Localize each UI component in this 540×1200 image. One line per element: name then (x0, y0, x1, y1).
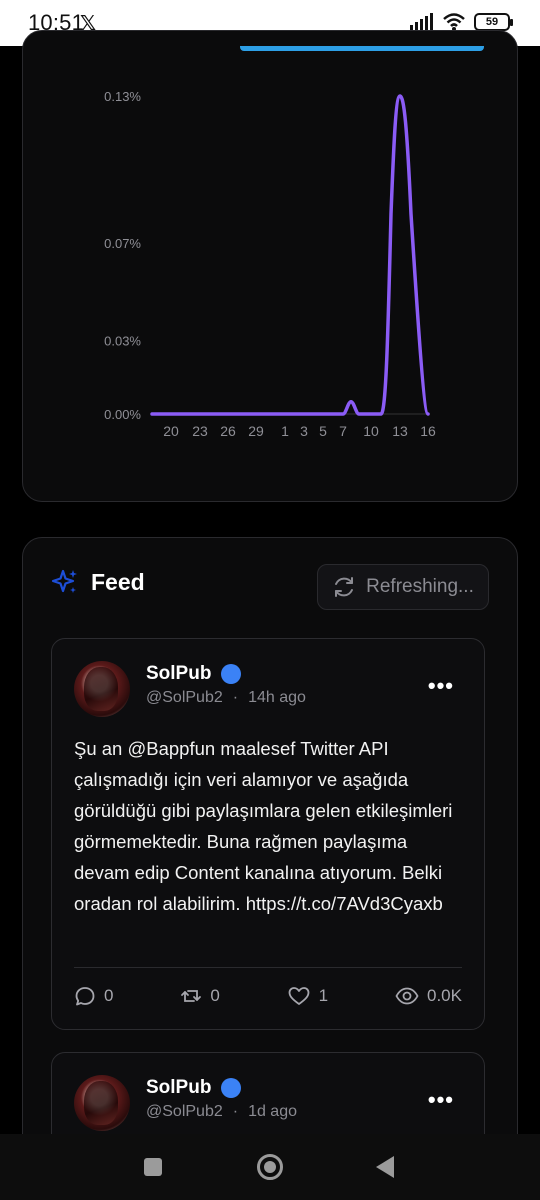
reply-count: 0 (104, 986, 114, 1005)
retweet-stat[interactable]: 0 (180, 985, 220, 1007)
x-tick-label: 26 (220, 423, 236, 439)
post-text: Şu an @Bappfun maalesef Twitter API çalı… (74, 738, 453, 914)
refresh-label: Refreshing... (366, 576, 474, 597)
y-tick-label: 0.07% (104, 236, 141, 251)
y-axis: 0.13% 0.07% 0.03% 0.00% (104, 89, 141, 422)
y-tick-label: 0.03% (104, 334, 141, 349)
x-tick-label: 20 (163, 423, 179, 439)
x-tick-label: 7 (339, 423, 347, 439)
x-tick-label: 29 (248, 423, 264, 439)
battery-level: 59 (485, 16, 499, 28)
author-handle: @SolPub2 (146, 689, 223, 706)
like-stat[interactable]: 1 (287, 985, 328, 1007)
feed-title: Feed (91, 568, 145, 595)
post-author[interactable]: SolPub (146, 663, 242, 685)
y-tick-label: 0.00% (104, 407, 141, 422)
x-tick-label: 5 (319, 423, 327, 439)
home-button[interactable] (257, 1154, 283, 1180)
retweet-icon (181, 990, 202, 1002)
feed-post[interactable]: SolPub @SolPub2 · 14h ago ••• Şu an @Bappf… (51, 638, 485, 1030)
refresh-button[interactable]: Refreshing... (317, 564, 489, 610)
series-line (150, 94, 430, 416)
recent-apps-button[interactable] (144, 1158, 162, 1176)
post-time: 1d ago (248, 1103, 297, 1120)
navigation-bar (0, 1134, 540, 1200)
post-stats: 0 0 1 0.0K (74, 985, 462, 1007)
back-button[interactable] (376, 1156, 394, 1178)
x-axis: 20 23 26 29 1 3 5 7 10 13 16 (152, 413, 436, 439)
post-time: 14h ago (248, 689, 306, 706)
x-tick-label: 13 (392, 423, 408, 439)
wifi-icon (443, 13, 465, 31)
feed-header: Feed (51, 568, 145, 596)
author-name: SolPub (146, 1077, 212, 1098)
x-tick-label: 16 (420, 423, 436, 439)
avatar[interactable] (74, 661, 130, 717)
refresh-icon (335, 577, 354, 597)
x-tick-label: 10 (363, 423, 379, 439)
x-tick-label: 3 (300, 423, 308, 439)
more-options-icon[interactable]: ••• (428, 673, 454, 699)
sparkle-icon (51, 569, 77, 593)
author-name: SolPub (146, 663, 212, 684)
reply-icon (75, 987, 95, 1006)
retweet-count: 0 (210, 986, 220, 1005)
divider (74, 967, 462, 968)
status-icons: 59 (410, 12, 513, 32)
author-handle: @SolPub2 (146, 1103, 223, 1120)
views-stat: 0.0K (395, 985, 462, 1007)
signal-icon (410, 13, 433, 31)
heart-icon (288, 987, 310, 1005)
verified-badge-icon (221, 664, 242, 684)
post-meta: @SolPub2 · 1d ago (146, 1103, 297, 1120)
more-options-icon[interactable]: ••• (428, 1087, 454, 1113)
engagement-chart: 0.13%0.07%0.03%0.00% 20 23 26 29 1 3 5 7 10 13 16 (104, 89, 436, 439)
battery-icon: 59 (474, 13, 513, 31)
y-tick-label: 0.13% (104, 89, 141, 104)
avatar[interactable] (74, 1075, 130, 1131)
verified-badge-icon (221, 1078, 242, 1098)
feed-card: Feed Refreshing... SolPub @SolPub2 · 14h a… (22, 537, 518, 1177)
post-author[interactable]: SolPub (146, 1077, 242, 1099)
post-meta: @SolPub2 · 14h ago (146, 689, 306, 706)
views-count: 0.0K (426, 986, 462, 1005)
like-count: 1 (318, 986, 329, 1005)
x-tick-label: 1 (281, 423, 289, 439)
reply-stat[interactable]: 0 (74, 985, 113, 1007)
eye-icon (395, 987, 419, 1005)
x-tick-label: 23 (192, 423, 208, 439)
